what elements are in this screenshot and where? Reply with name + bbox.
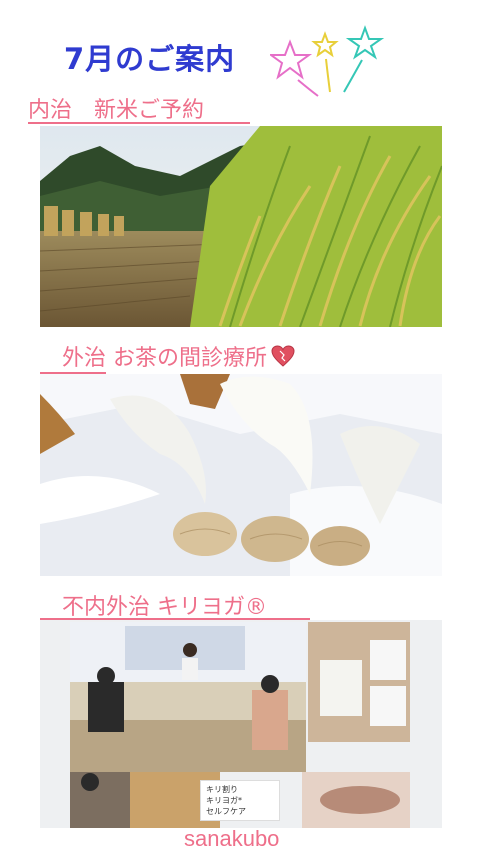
section-clinic-rest: お茶の間診療所 bbox=[106, 346, 268, 371]
section-rice-underline bbox=[28, 122, 250, 124]
star-decoration-icon bbox=[270, 25, 385, 97]
collage-note-line1: キリ割り bbox=[206, 785, 238, 794]
section-clinic-underlined: 外治 bbox=[40, 346, 107, 374]
page-title: 7月のご案内 bbox=[64, 42, 236, 76]
yoga-class-collage: キリ割り キリヨガ* セルフケア bbox=[40, 620, 442, 828]
collage-note-card: キリ割り キリヨガ* セルフケア bbox=[200, 780, 280, 821]
collage-note-line3: セルフケア bbox=[206, 807, 246, 816]
section-rice-header: 内治 新米ご予約 bbox=[28, 98, 205, 123]
section-clinic-header: 外治 お茶の間診療所 bbox=[40, 340, 295, 374]
heart-icon bbox=[271, 345, 295, 367]
herbal-compress-photo bbox=[40, 374, 442, 576]
rice-field-photo bbox=[40, 126, 442, 327]
credit-text: sanakubo bbox=[184, 826, 280, 851]
section-yoga-header: 不内外治 キリヨガ® bbox=[40, 595, 267, 620]
collage-note-line2: キリヨガ* bbox=[206, 796, 242, 805]
